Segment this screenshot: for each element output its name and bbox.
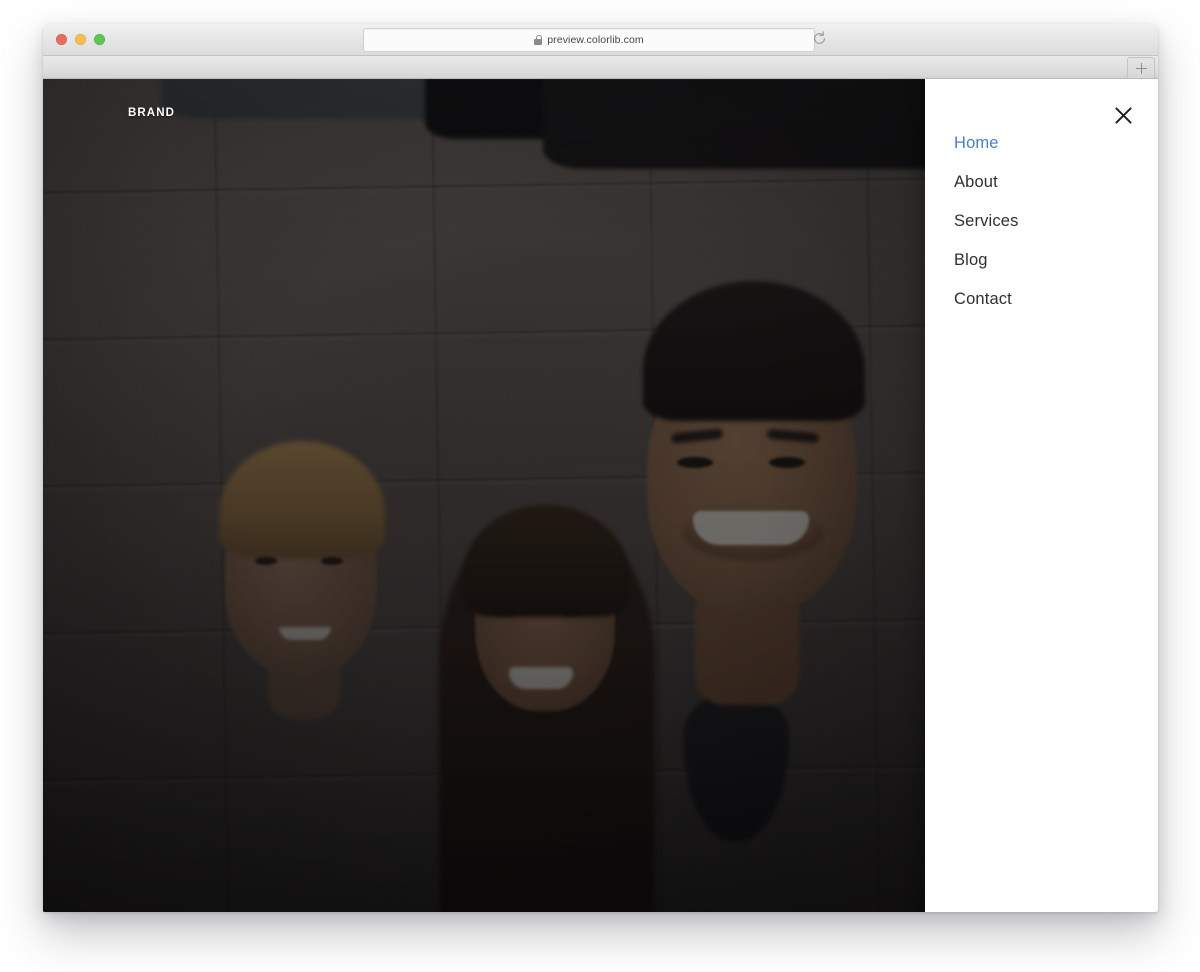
- person-right-hair: [643, 281, 865, 421]
- person-right-eye-right: [769, 457, 805, 468]
- close-icon[interactable]: [1110, 102, 1136, 128]
- person-center-hair-top: [463, 505, 629, 617]
- person-left-mouth: [279, 627, 331, 640]
- new-tab-button[interactable]: [1127, 57, 1155, 78]
- maximize-window-button[interactable]: [94, 34, 105, 45]
- nav-item-about[interactable]: About: [954, 174, 1158, 191]
- navigation-panel: Home About Services Blog Contact: [925, 79, 1158, 912]
- person-center-mouth: [509, 667, 573, 689]
- nav-item-services[interactable]: Services: [954, 213, 1158, 230]
- close-window-button[interactable]: [56, 34, 67, 45]
- window-controls: [56, 34, 105, 45]
- address-bar-url: preview.colorlib.com: [547, 34, 644, 46]
- hero-image: [43, 79, 925, 912]
- plus-icon: [1136, 63, 1147, 74]
- nav-item-contact[interactable]: Contact: [954, 291, 1158, 308]
- reload-icon[interactable]: [811, 30, 828, 47]
- person-right-mouth: [693, 511, 809, 545]
- brand-logo[interactable]: BRAND: [128, 107, 175, 119]
- person-right-eye-left: [677, 457, 713, 468]
- address-bar[interactable]: preview.colorlib.com: [363, 28, 815, 52]
- nav-list: Home About Services Blog Contact: [954, 135, 1158, 330]
- person-right-collar: [683, 691, 789, 841]
- person-left-eye-right: [321, 557, 343, 565]
- screenshot-root: preview.colorlib.com: [0, 0, 1200, 972]
- tab-strip: [43, 56, 1158, 79]
- browser-window: preview.colorlib.com: [43, 24, 1158, 912]
- minimize-window-button[interactable]: [75, 34, 86, 45]
- person-center-eye-left: [495, 609, 517, 616]
- person-left-eye-left: [255, 557, 277, 565]
- person-center-eye-right: [561, 609, 583, 616]
- address-bar-content: preview.colorlib.com: [534, 34, 644, 46]
- page-viewport: BRAND Home About Services Blog Contact: [43, 79, 1158, 912]
- nav-item-blog[interactable]: Blog: [954, 252, 1158, 269]
- person-right-body: [543, 79, 925, 169]
- person-left-hair: [219, 441, 385, 559]
- nav-item-home[interactable]: Home: [954, 135, 1158, 152]
- lock-icon: [534, 35, 542, 45]
- people-group: [43, 79, 925, 912]
- browser-toolbar: preview.colorlib.com: [43, 24, 1158, 56]
